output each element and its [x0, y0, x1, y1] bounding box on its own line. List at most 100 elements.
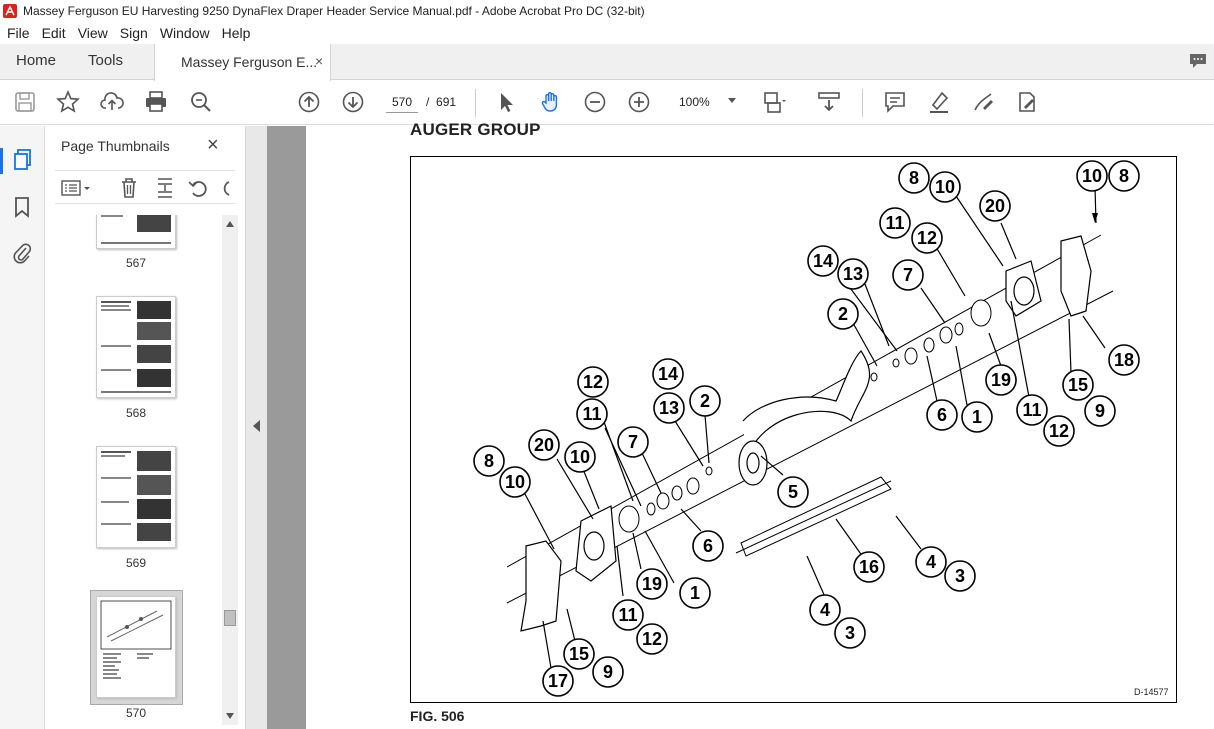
collapse-arrow-icon[interactable]: [253, 420, 260, 432]
title-bar: Massey Ferguson EU Harvesting 9250 DynaF…: [0, 0, 1214, 22]
svg-text:8: 8: [484, 451, 494, 471]
bookmarks-icon[interactable]: [13, 196, 31, 218]
select-cursor-icon[interactable]: [495, 90, 519, 114]
active-indicator: [0, 148, 3, 174]
rotate-counterclockwise-icon[interactable]: [187, 177, 209, 199]
draw-freehand-icon[interactable]: [971, 90, 995, 114]
panel-collapse-bar[interactable]: [245, 126, 267, 729]
callout: 16: [853, 551, 885, 583]
highlight-pen-icon[interactable]: [927, 90, 951, 114]
svg-text:8: 8: [1119, 166, 1129, 186]
menu-edit[interactable]: Edit: [42, 25, 66, 41]
zoom-out-icon[interactable]: [583, 90, 607, 114]
print-icon[interactable]: [144, 90, 168, 114]
thumbnail-list: 567 568 569 570: [45, 215, 231, 729]
fill-sign-icon[interactable]: [1015, 90, 1039, 114]
callout: 2: [689, 385, 721, 417]
svg-text:2: 2: [838, 304, 848, 324]
panel-close-icon[interactable]: ×: [207, 134, 219, 157]
menu-help[interactable]: Help: [222, 25, 251, 41]
svg-text:15: 15: [1068, 375, 1088, 395]
callout: 11: [1016, 394, 1048, 426]
svg-text:2: 2: [700, 391, 710, 411]
main-toolbar: 570 / 691 100%: [0, 81, 1214, 125]
add-comment-icon[interactable]: [883, 90, 907, 114]
callout: 5: [777, 476, 809, 508]
svg-text:20: 20: [534, 435, 554, 455]
callout: 6: [926, 399, 958, 431]
callout: 15: [563, 638, 595, 670]
zoom-search-icon[interactable]: [189, 90, 213, 114]
menu-view[interactable]: View: [78, 25, 108, 41]
scroll-up-icon[interactable]: [226, 221, 234, 227]
svg-text:12: 12: [1049, 421, 1069, 441]
page-separator: /: [426, 95, 430, 109]
scroll-down-icon[interactable]: [226, 713, 234, 719]
svg-text:11: 11: [1022, 400, 1041, 420]
options-menu-icon[interactable]: [61, 179, 93, 197]
menu-bar: File Edit View Sign Window Help: [0, 22, 1214, 44]
tab-document[interactable]: Massey Ferguson E... ×: [154, 44, 331, 81]
tab-tools[interactable]: Tools: [88, 52, 123, 69]
callout: 17: [542, 665, 574, 697]
callout: 2: [827, 298, 859, 330]
svg-text:10: 10: [570, 447, 590, 467]
figure-frame: 8 10 20 10 8 11 12 14 13 7 2 19 1 6 11 1…: [410, 156, 1177, 703]
zoom-in-icon[interactable]: [627, 90, 651, 114]
menu-sign[interactable]: Sign: [120, 25, 148, 41]
comment-panel-icon[interactable]: [1188, 51, 1208, 71]
menu-window[interactable]: Window: [160, 25, 210, 41]
zoom-level-dropdown[interactable]: 100%: [672, 91, 742, 113]
bookmark-star-icon[interactable]: [56, 90, 80, 114]
callout: 20: [528, 429, 560, 461]
callout: 4: [809, 594, 841, 626]
rotate-clockwise-icon[interactable]: [219, 177, 233, 199]
callout: 7: [892, 259, 924, 291]
svg-text:3: 3: [845, 623, 855, 643]
callout: 10: [929, 171, 961, 203]
callout: 12: [1043, 415, 1075, 447]
thumbnail-scrollbar[interactable]: [222, 215, 238, 725]
previous-page-icon[interactable]: [297, 90, 321, 114]
svg-text:20: 20: [985, 196, 1005, 216]
thumbnail-page[interactable]: [96, 215, 176, 249]
delete-pages-icon[interactable]: [119, 177, 139, 199]
svg-text:13: 13: [843, 264, 863, 284]
callout: 9: [592, 656, 624, 688]
attachments-paperclip-icon[interactable]: [12, 240, 32, 264]
document-heading: AUGER GROUP: [410, 120, 541, 139]
page-number-input[interactable]: 570: [386, 91, 418, 113]
thumbnail-label: 568: [125, 406, 147, 420]
tab-home[interactable]: Home: [16, 52, 56, 69]
menu-file[interactable]: File: [7, 25, 30, 41]
svg-text:9: 9: [1095, 401, 1105, 421]
hand-tool-icon[interactable]: [539, 90, 563, 114]
page-thumbnails-icon[interactable]: [12, 148, 34, 172]
svg-text:1: 1: [690, 583, 700, 603]
thumbnail-page[interactable]: [96, 446, 176, 548]
save-icon[interactable]: [13, 90, 37, 114]
scrolling-mode-icon[interactable]: [817, 90, 841, 114]
next-page-icon[interactable]: [341, 90, 365, 114]
callout: 10: [564, 441, 596, 473]
thumbnail-page-current[interactable]: [96, 596, 176, 698]
callout: 9: [1084, 395, 1116, 427]
scrollbar-thumb[interactable]: [224, 610, 236, 626]
callout: 15: [1062, 369, 1094, 401]
chevron-down-icon: [728, 98, 736, 103]
page-display-icon[interactable]: [762, 90, 786, 114]
thumbnail-label: 567: [125, 256, 147, 270]
callout: 11: [576, 398, 608, 430]
extract-pages-icon[interactable]: [155, 177, 175, 199]
upload-cloud-icon[interactable]: [100, 90, 124, 114]
toolbar-divider: [475, 89, 476, 117]
thumbnail-page[interactable]: [96, 296, 176, 398]
svg-text:7: 7: [628, 432, 638, 452]
callout: 4: [915, 546, 947, 578]
callout: 12: [636, 623, 668, 655]
svg-text:12: 12: [642, 629, 662, 649]
callout: 8: [1108, 160, 1140, 192]
svg-text:11: 11: [618, 605, 637, 625]
panel-toolbar: [55, 170, 235, 204]
tab-close-icon[interactable]: ×: [315, 53, 323, 69]
